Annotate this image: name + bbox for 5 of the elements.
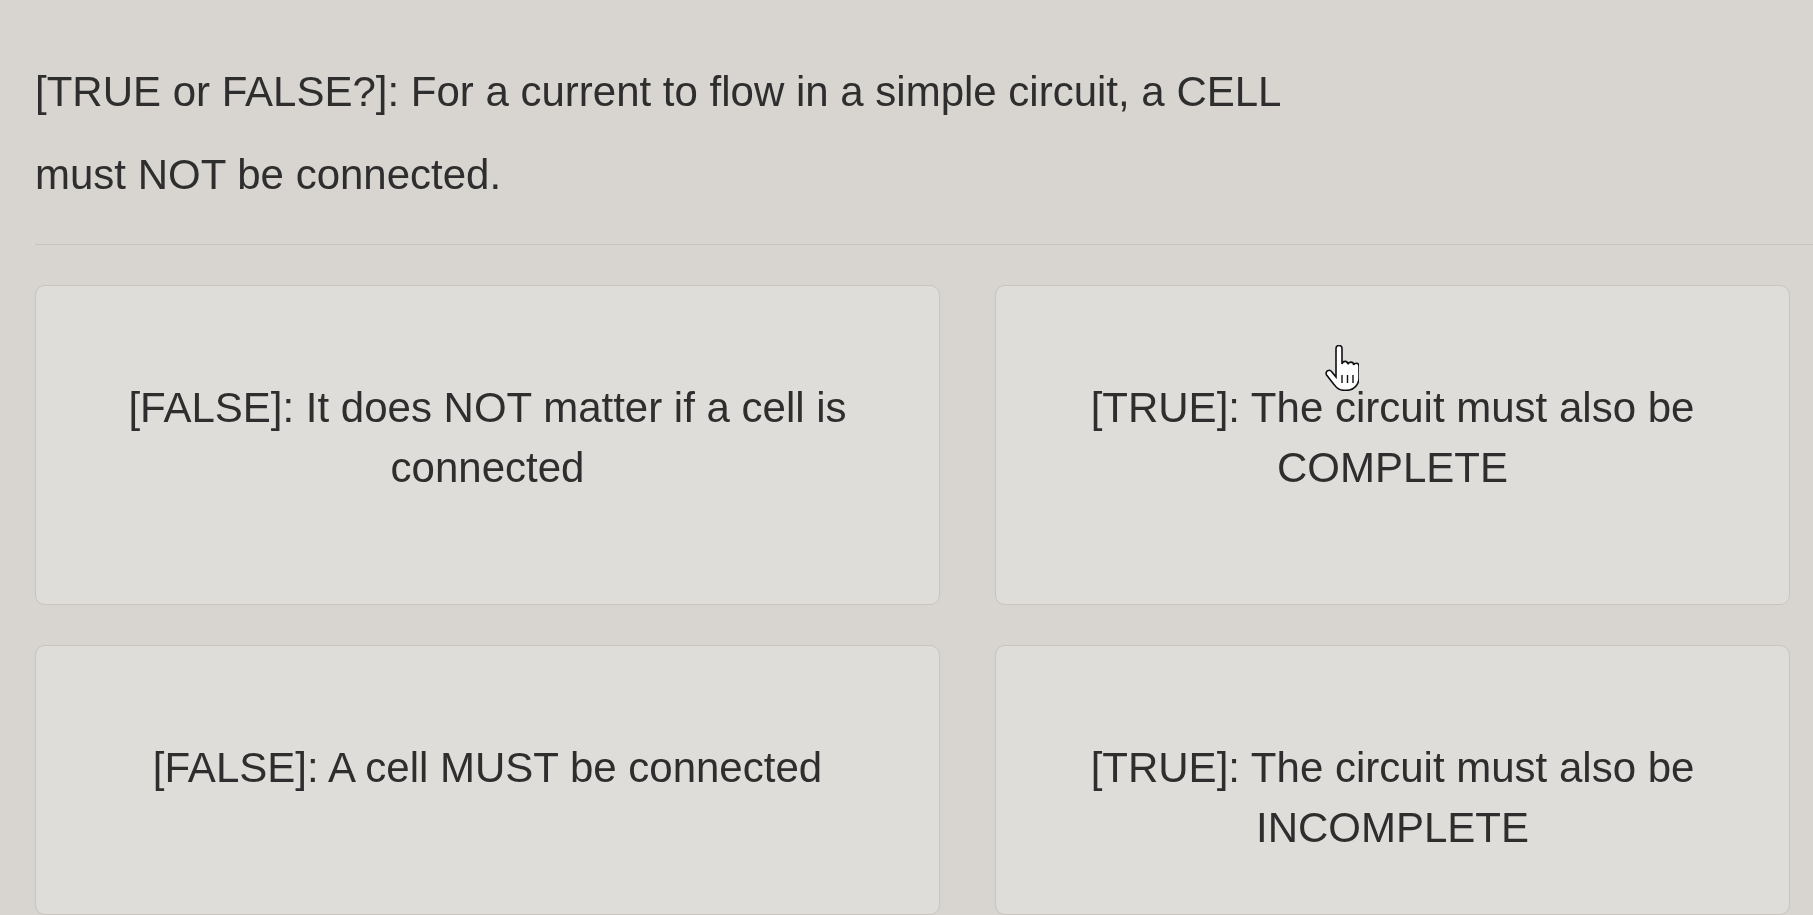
question-text: [TRUE or FALSE?]: For a current to flow in a simple circuit, a CELL must NOT be connected. [35,67,1281,200]
answer-option[interactable]: [FALSE]: A cell MUST be connected [35,645,940,915]
answer-option[interactable]: [FALSE]: It does NOT matter if a cell is connected [35,285,940,605]
answer-option[interactable]: [TRUE]: The circuit must also be INCOMPLETE [995,645,1790,915]
answer-option[interactable]: [TRUE]: The circuit must also be COMPLETE [995,285,1790,605]
